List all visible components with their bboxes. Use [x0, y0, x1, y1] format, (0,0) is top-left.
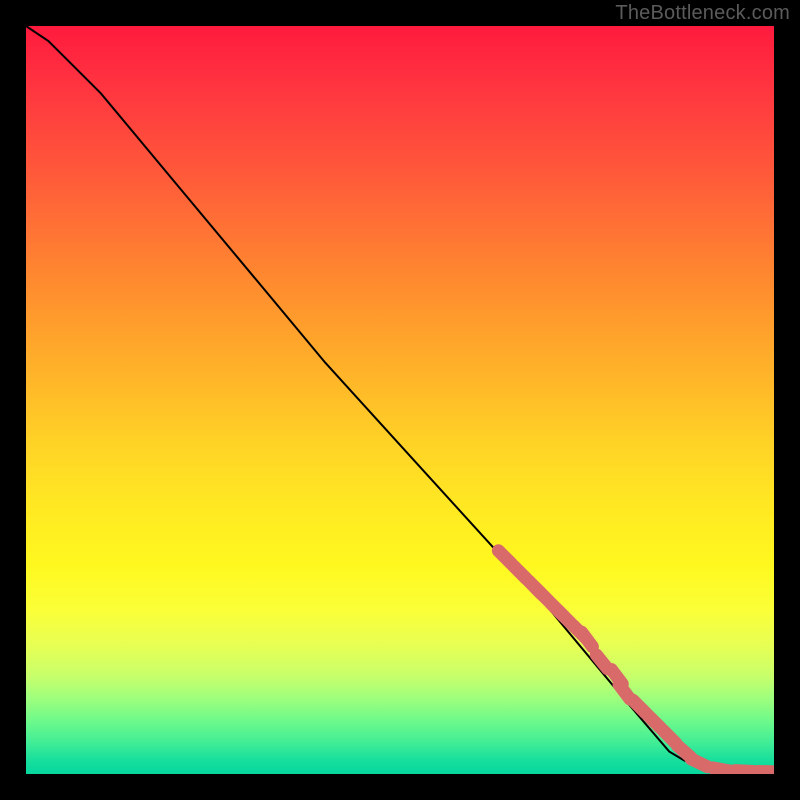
plot-area — [26, 26, 774, 774]
attribution-watermark: TheBottleneck.com — [615, 2, 790, 25]
chart-svg — [26, 26, 774, 774]
data-point — [713, 768, 731, 771]
data-point — [582, 632, 593, 646]
chart-frame: TheBottleneck.com — [0, 0, 800, 800]
data-point — [691, 759, 707, 767]
data-point — [735, 771, 753, 772]
curve-line — [26, 26, 774, 772]
